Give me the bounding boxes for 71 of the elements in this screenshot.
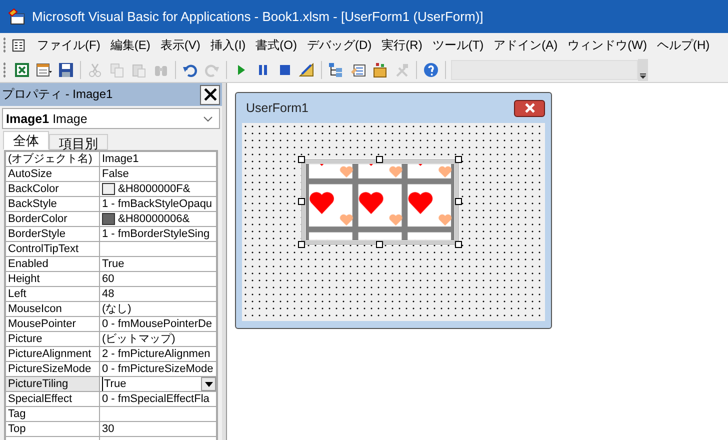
resize-handle[interactable] xyxy=(298,156,305,163)
property-name[interactable]: Tag xyxy=(6,407,100,421)
property-value: True xyxy=(102,257,124,271)
resize-handle[interactable] xyxy=(298,241,305,248)
dropdown-button[interactable] xyxy=(201,377,216,391)
property-name[interactable]: MouseIcon xyxy=(6,302,100,316)
menu-item[interactable]: ウィンドウ(W) xyxy=(562,34,652,56)
properties-title: プロパティ - Image1 xyxy=(2,86,113,103)
menu-item[interactable]: 書式(O) xyxy=(250,34,302,56)
menu-item[interactable]: 編集(E) xyxy=(105,34,156,56)
property-value: 1 - fmBorderStyleSing xyxy=(102,227,210,241)
property-name[interactable]: BackStyle xyxy=(6,197,100,211)
property-name[interactable]: SpecialEffect xyxy=(6,392,100,406)
property-value: 48 xyxy=(102,287,114,301)
property-name[interactable]: MousePointer xyxy=(6,317,100,331)
property-value: 2 - fmPictureAlignmen xyxy=(102,347,210,361)
close-icon xyxy=(524,103,536,113)
property-value: 0 - fmMousePointerDe xyxy=(102,317,212,331)
property-name[interactable]: Left xyxy=(6,287,100,301)
property-name[interactable]: PictureTiling xyxy=(6,377,100,391)
property-value: &H8000000F& xyxy=(118,182,190,196)
menu-item[interactable]: ファイル(F) xyxy=(32,34,106,56)
toolbar-field[interactable] xyxy=(451,60,638,80)
property-name[interactable]: (オブジェクト名) xyxy=(6,152,100,166)
property-value: Image1 xyxy=(102,152,139,166)
resize-handle[interactable] xyxy=(376,156,383,163)
property-value: &H80000006& xyxy=(118,212,190,226)
property-name[interactable]: AutoSize xyxy=(6,167,100,181)
form-icon[interactable] xyxy=(11,38,26,52)
app-icon xyxy=(8,8,26,26)
property-name[interactable]: BorderStyle xyxy=(6,227,100,241)
resize-handle[interactable] xyxy=(455,156,462,163)
property-name[interactable]: Height xyxy=(6,272,100,286)
property-value: True xyxy=(102,377,126,391)
resize-handle[interactable] xyxy=(376,241,383,248)
object-dropdown[interactable]: Image1 Image xyxy=(2,108,220,129)
form-title: UserForm1 xyxy=(246,101,309,115)
property-value: 30 xyxy=(102,422,114,436)
close-button[interactable] xyxy=(514,100,545,116)
close-button[interactable] xyxy=(200,84,220,104)
menu-item[interactable]: ヘルプ(H) xyxy=(652,34,715,56)
property-name[interactable]: PictureSizeMode xyxy=(6,362,100,376)
property-name[interactable]: PictureAlignment xyxy=(6,347,100,361)
property-name[interactable]: BorderColor xyxy=(6,212,100,226)
property-value: 1 - fmBackStyleOpaqu xyxy=(102,197,212,211)
tab[interactable]: 項目別 xyxy=(49,134,108,150)
toolbar-options-icon[interactable] xyxy=(638,58,648,80)
window-title: Microsoft Visual Basic for Applications - Book1.xlsm - [UserForm1 (UserForm)] xyxy=(32,9,484,24)
resize-handle[interactable] xyxy=(298,198,305,205)
property-value: (なし) xyxy=(102,302,132,316)
property-value: 0 - fmSpecialEffectFla xyxy=(102,392,210,406)
menu-item[interactable]: 挿入(I) xyxy=(205,34,251,56)
menu-item[interactable]: ツール(T) xyxy=(427,34,489,56)
resize-handle[interactable] xyxy=(455,198,462,205)
property-value: False xyxy=(102,167,129,181)
property-value: 60 xyxy=(102,272,114,286)
menu-item[interactable]: 表示(V) xyxy=(155,34,206,56)
property-name[interactable]: BackColor xyxy=(6,182,100,196)
property-name[interactable]: Picture xyxy=(6,332,100,346)
property-value: 0 - fmPictureSizeMode xyxy=(102,362,214,376)
menu-item[interactable]: デバッグ(D) xyxy=(302,34,377,56)
property-value: (ビットマップ) xyxy=(102,332,176,346)
menu-item[interactable]: アドイン(A) xyxy=(488,34,563,56)
resize-handle[interactable] xyxy=(455,241,462,248)
menu-item[interactable]: 実行(R) xyxy=(376,34,428,56)
property-name[interactable]: ControlTipText xyxy=(6,242,100,256)
property-name[interactable]: Top xyxy=(6,422,100,436)
property-name[interactable]: Enabled xyxy=(6,257,100,271)
chevron-down-icon xyxy=(203,116,213,122)
tab[interactable]: 全体 xyxy=(3,131,49,150)
triangle-down-icon xyxy=(204,382,212,386)
